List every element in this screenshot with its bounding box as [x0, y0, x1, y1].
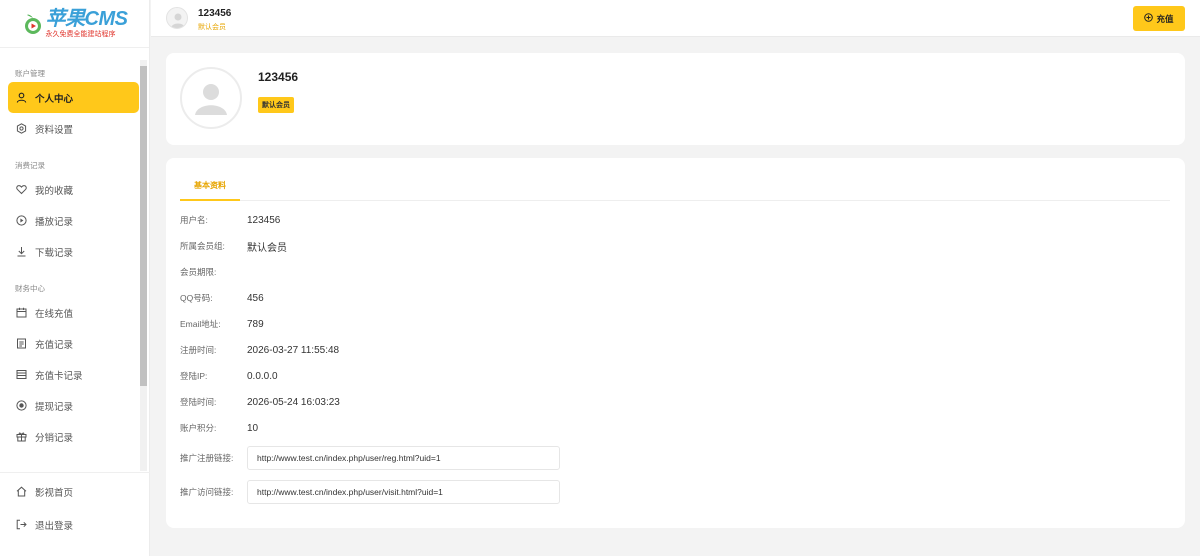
sidebar-item-label: 在线充值	[35, 308, 74, 320]
info-value: 2026-05-24 16:03:23	[247, 396, 340, 408]
user-icon	[16, 92, 27, 103]
sidebar-item-download-history[interactable]: 下载记录	[8, 236, 139, 267]
info-value: 10	[247, 422, 259, 434]
play-icon	[16, 215, 27, 226]
logo-subtitle: 永久免费全能建站程序	[45, 31, 116, 38]
info-label: 会员期限:	[180, 267, 217, 277]
info-row-qq: QQ号码: 456	[180, 285, 560, 311]
logo[interactable]: 苹果CMS 永久免费全能建站程序	[0, 0, 149, 48]
register-link-field[interactable]: http://www.test.cn/index.php/user/reg.ht…	[247, 446, 560, 470]
info-label: 登陆时间:	[180, 397, 217, 407]
sidebar-item-home[interactable]: 影视首页	[8, 475, 139, 508]
calendar-icon	[16, 307, 27, 318]
info-value: 2026-03-27 11:55:48	[247, 344, 340, 356]
sidebar-group-title: 财务中心	[15, 284, 45, 293]
info-row-register-time: 注册时间: 2026-03-27 11:55:48	[180, 337, 560, 363]
sidebar-item-online-recharge[interactable]: 在线充值	[8, 297, 139, 328]
apple-logo-icon	[22, 13, 44, 35]
record-icon	[16, 400, 27, 411]
sidebar-item-label: 充值卡记录	[35, 370, 83, 382]
logout-icon	[16, 519, 27, 530]
info-row-member-expiry: 会员期限:	[180, 259, 560, 285]
sidebar-item-withdraw-history[interactable]: 提现记录	[8, 390, 139, 421]
member-badge: 默认会员	[258, 97, 294, 113]
sidebar-item-play-history[interactable]: 播放记录	[8, 205, 139, 236]
sidebar-menu: 账户管理 个人中心 资料设置 消费记录 我的收藏 播放记录 下载记录 财务中心 …	[0, 58, 150, 473]
profile-username: 123456	[258, 70, 299, 84]
sidebar-item-label: 充值记录	[35, 339, 74, 351]
info-row-points: 账户积分: 10	[180, 415, 560, 441]
info-row-login-ip: 登陆IP: 0.0.0.0	[180, 363, 560, 389]
info-label: 账户积分:	[180, 423, 217, 433]
gift-icon	[16, 431, 27, 442]
info-label: 用户名:	[180, 215, 208, 225]
info-value: 789	[247, 318, 264, 330]
visit-link-field[interactable]: http://www.test.cn/index.php/user/visit.…	[247, 480, 560, 504]
info-label: 推广注册链接:	[180, 453, 234, 463]
info-value: 123456	[247, 214, 281, 226]
info-label: 推广访问链接:	[180, 487, 234, 497]
sidebar-item-label: 我的收藏	[35, 185, 74, 197]
sidebar-group-title: 消费记录	[15, 161, 45, 170]
sidebar-item-label: 资料设置	[35, 124, 74, 136]
info-value: 456	[247, 292, 264, 304]
info-label: 登陆IP:	[180, 371, 208, 381]
info-tabs: 基本资料	[180, 174, 1170, 201]
sidebar-item-logout[interactable]: 退出登录	[8, 508, 139, 541]
profile-avatar[interactable]	[180, 67, 242, 129]
info-row-visit-link: 推广访问链接: http://www.test.cn/index.php/use…	[180, 475, 560, 509]
info-value: 0.0.0.0	[247, 370, 278, 382]
info-row-register-link: 推广注册链接: http://www.test.cn/index.php/use…	[180, 441, 560, 475]
info-label: 所属会员组:	[180, 241, 225, 251]
top-header: 123456 默认会员 充值	[151, 0, 1200, 37]
info-row-member-group: 所属会员组: 默认会员	[180, 233, 560, 259]
sidebar-item-label: 个人中心	[35, 93, 74, 105]
info-list: 用户名: 123456 所属会员组: 默认会员 会员期限: QQ号码: 456 …	[180, 207, 560, 509]
sidebar-item-distribution-history[interactable]: 分销记录	[8, 421, 139, 452]
profile-card: 123456 默认会员	[166, 53, 1185, 145]
info-row-login-time: 登陆时间: 2026-05-24 16:03:23	[180, 389, 560, 415]
heart-icon	[16, 184, 27, 195]
info-label: QQ号码:	[180, 293, 213, 303]
avatar[interactable]	[166, 7, 188, 29]
recharge-button-label: 充值	[1156, 13, 1174, 24]
basic-info-card: 基本资料 用户名: 123456 所属会员组: 默认会员 会员期限: QQ号码:…	[166, 158, 1185, 528]
info-label: 注册时间:	[180, 345, 217, 355]
download-icon	[16, 246, 27, 257]
document-icon	[16, 338, 27, 349]
recharge-button[interactable]: 充值	[1133, 6, 1185, 31]
logo-title: 苹果CMS	[45, 8, 128, 30]
sidebar-item-recharge-history[interactable]: 充值记录	[8, 328, 139, 359]
sidebar-item-label: 退出登录	[35, 520, 74, 532]
header-member-level: 默认会员	[198, 24, 226, 31]
sidebar-item-favorites[interactable]: 我的收藏	[8, 174, 139, 205]
sidebar-group-title: 账户管理	[15, 69, 45, 78]
scrollbar-thumb[interactable]	[140, 66, 147, 386]
sidebar-item-label: 下载记录	[35, 247, 74, 259]
sidebar-item-label: 分销记录	[35, 432, 74, 444]
sidebar-item-card-recharge-history[interactable]: 充值卡记录	[8, 359, 139, 390]
info-row-email: Email地址: 789	[180, 311, 560, 337]
info-value: 默认会员	[247, 242, 287, 254]
info-row-username: 用户名: 123456	[180, 207, 560, 233]
sidebar-item-label: 播放记录	[35, 216, 74, 228]
sidebar-scrollbar[interactable]	[140, 60, 147, 471]
info-label: Email地址:	[180, 319, 221, 329]
header-username: 123456	[198, 8, 232, 19]
sidebar-item-profile-settings[interactable]: 资料设置	[8, 113, 139, 144]
card-icon	[16, 369, 27, 380]
home-icon	[16, 486, 27, 497]
plus-circle-icon	[1144, 13, 1154, 24]
tab-basic-info[interactable]: 基本资料	[180, 174, 240, 201]
sidebar-footer: 影视首页 退出登录	[0, 472, 150, 556]
sidebar-item-personal-center[interactable]: 个人中心	[8, 82, 139, 113]
sidebar: 苹果CMS 永久免费全能建站程序 账户管理 个人中心 资料设置 消费记录 我的收…	[0, 0, 150, 556]
sidebar-item-label: 提现记录	[35, 401, 74, 413]
gear-icon	[16, 123, 27, 134]
sidebar-item-label: 影视首页	[35, 487, 74, 499]
